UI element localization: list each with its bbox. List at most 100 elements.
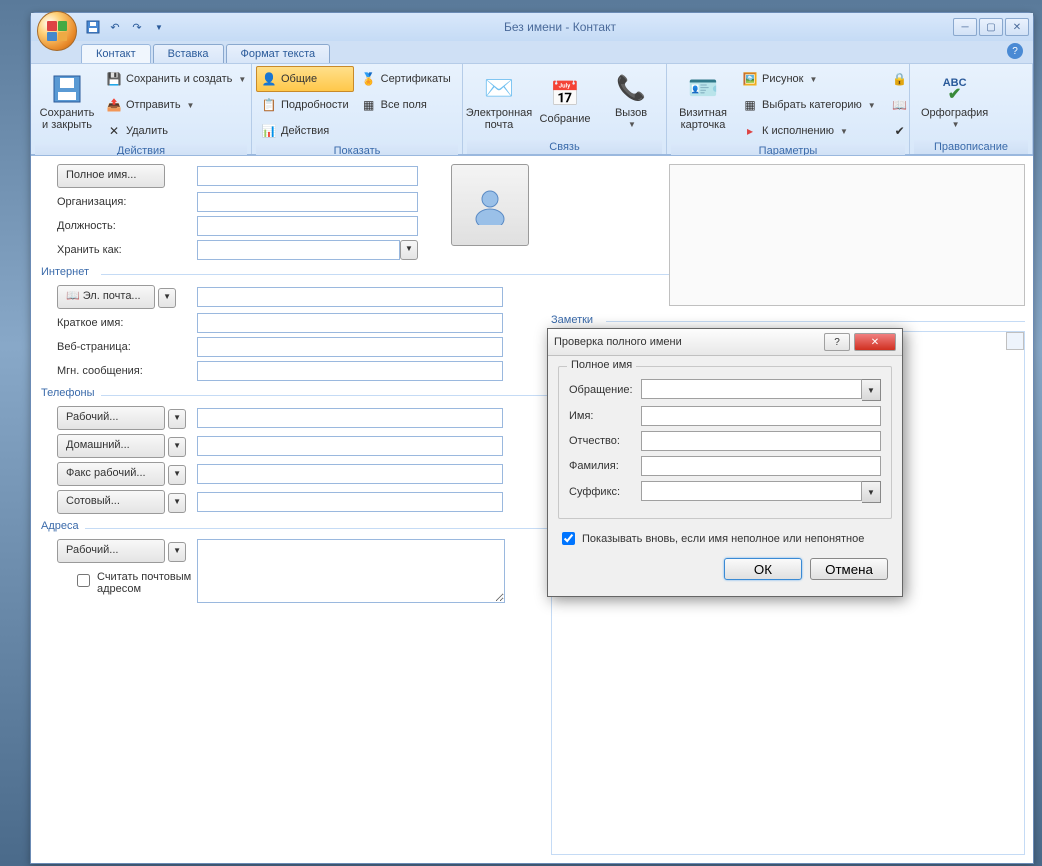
undo-icon[interactable]: ↶: [107, 19, 123, 35]
dialog-cancel-button[interactable]: Отмена: [810, 558, 888, 580]
address-work-dropdown[interactable]: ▼: [168, 542, 186, 562]
window-title: Без имени - Контакт: [167, 20, 953, 34]
dialog-help-button[interactable]: ?: [824, 333, 850, 351]
email-dropdown[interactable]: ▼: [158, 288, 176, 308]
phone-home-input[interactable]: [197, 436, 503, 456]
firstname-input[interactable]: [641, 406, 881, 426]
followup-button[interactable]: ▸К исполнению▼: [737, 118, 881, 144]
business-card-button[interactable]: 🪪Визитная карточка: [671, 66, 735, 138]
suffix-input[interactable]: [641, 481, 862, 501]
close-button[interactable]: ✕: [1005, 18, 1029, 36]
im-label: Мгн. сообщения:: [41, 365, 197, 377]
send-button[interactable]: 📤Отправить▼: [101, 92, 251, 118]
addressbook-icon: 📖: [892, 97, 908, 113]
email-button[interactable]: ✉️Электронная почта: [467, 66, 531, 138]
save-close-icon: [51, 73, 83, 105]
general-button[interactable]: 👤Общие: [256, 66, 354, 92]
certificates-button[interactable]: 🏅Сертификаты: [356, 66, 456, 92]
help-icon[interactable]: ?: [1007, 43, 1023, 59]
displayname-label: Краткое имя:: [41, 317, 197, 329]
showagain-checkbox[interactable]: [562, 532, 575, 545]
tab-format[interactable]: Формат текста: [226, 44, 331, 63]
phone-fax-input[interactable]: [197, 464, 503, 484]
phone-mobile-dropdown[interactable]: ▼: [168, 493, 186, 513]
tab-insert[interactable]: Вставка: [153, 44, 224, 63]
picture-button[interactable]: 🖼️Рисунок▼: [737, 66, 881, 92]
phone-mobile-button[interactable]: Сотовый...: [57, 490, 165, 514]
allfields-icon: ▦: [361, 97, 377, 113]
checknames-button[interactable]: ✔: [887, 118, 913, 144]
categorize-button[interactable]: ▦Выбрать категорию▼: [737, 92, 881, 118]
minimize-button[interactable]: ─: [953, 18, 977, 36]
email-select-button[interactable]: 📖 Эл. почта...: [57, 285, 155, 309]
dialog-ok-button[interactable]: ОК: [724, 558, 802, 580]
fileas-dropdown[interactable]: ▼: [400, 240, 418, 260]
salutation-dropdown[interactable]: ▼: [862, 379, 881, 401]
address-input[interactable]: [197, 539, 505, 603]
contact-photo-button[interactable]: [451, 164, 529, 246]
titlebar: ↶ ↷ ▼ Без имени - Контакт ─ ▢ ✕: [31, 13, 1033, 41]
middlename-input[interactable]: [641, 431, 881, 451]
showagain-label: Показывать вновь, если имя неполное или …: [582, 533, 864, 545]
displayname-input[interactable]: [197, 313, 503, 333]
activities-button[interactable]: 📊Действия: [256, 118, 354, 144]
company-label: Организация:: [41, 196, 197, 208]
company-input[interactable]: [197, 192, 418, 212]
group-comm-label: Связь: [467, 140, 662, 154]
email-input[interactable]: [197, 287, 503, 307]
suffix-label: Суффикс:: [569, 486, 641, 498]
phone-home-dropdown[interactable]: ▼: [168, 437, 186, 457]
save-and-close-button[interactable]: Сохранить и закрыть: [35, 66, 99, 138]
phone-work-input[interactable]: [197, 408, 503, 428]
dialog-close-button[interactable]: ✕: [854, 333, 896, 351]
phone-mobile-input[interactable]: [197, 492, 503, 512]
middlename-label: Отчество:: [569, 435, 641, 447]
phone-work-button[interactable]: Рабочий...: [57, 406, 165, 430]
meeting-button[interactable]: 📅Собрание: [533, 66, 597, 138]
business-card-preview[interactable]: [669, 164, 1025, 306]
save-icon[interactable]: [85, 19, 101, 35]
dialog-group-label: Полное имя: [567, 359, 636, 371]
details-button[interactable]: 📋Подробности: [256, 92, 354, 118]
lastname-input[interactable]: [641, 456, 881, 476]
qat-dropdown-icon[interactable]: ▼: [151, 19, 167, 35]
activities-icon: 📊: [261, 123, 277, 139]
call-button[interactable]: 📞Вызов▼: [599, 66, 663, 138]
delete-button[interactable]: ✕Удалить: [101, 118, 251, 144]
fileas-input[interactable]: [197, 240, 400, 260]
spell-icon: ABC✔: [939, 73, 971, 105]
fullname-button[interactable]: Полное имя...: [57, 164, 165, 188]
save-and-new-button[interactable]: 💾Сохранить и создать▼: [101, 66, 251, 92]
im-input[interactable]: [197, 361, 503, 381]
address-work-button[interactable]: Рабочий...: [57, 539, 165, 563]
email-icon: ✉️: [483, 73, 515, 105]
salutation-label: Обращение:: [569, 384, 641, 396]
jobtitle-input[interactable]: [197, 216, 418, 236]
phone-fax-button[interactable]: Факс рабочий...: [57, 462, 165, 486]
phone-work-dropdown[interactable]: ▼: [168, 409, 186, 429]
call-icon: 📞: [615, 73, 647, 105]
lock-icon: 🔒: [892, 71, 908, 87]
private-button[interactable]: 🔒: [887, 66, 913, 92]
suffix-dropdown[interactable]: ▼: [862, 481, 881, 503]
phone-fax-dropdown[interactable]: ▼: [168, 465, 186, 485]
check-icon: ✔: [892, 123, 908, 139]
addressbook-button[interactable]: 📖: [887, 92, 913, 118]
bizcard-icon: 🪪: [687, 73, 719, 105]
fullname-input[interactable]: [197, 166, 418, 186]
redo-icon[interactable]: ↷: [129, 19, 145, 35]
spelling-button[interactable]: ABC✔Орфография▼: [914, 66, 995, 138]
notes-expand-icon[interactable]: [1006, 332, 1024, 350]
send-icon: 📤: [106, 97, 122, 113]
office-button[interactable]: [37, 11, 77, 51]
webpage-input[interactable]: [197, 337, 503, 357]
tab-contact[interactable]: Контакт: [81, 44, 151, 63]
phone-home-button[interactable]: Домашний...: [57, 434, 165, 458]
salutation-input[interactable]: [641, 379, 862, 399]
mailing-checkbox[interactable]: [77, 574, 90, 587]
maximize-button[interactable]: ▢: [979, 18, 1003, 36]
contact-form: Полное имя... Организация: Должность: Хр…: [31, 155, 1033, 863]
all-fields-button[interactable]: ▦Все поля: [356, 92, 456, 118]
group-proof-label: Правописание: [914, 140, 1028, 154]
mailing-label: Считать почтовым адресом: [97, 571, 197, 595]
